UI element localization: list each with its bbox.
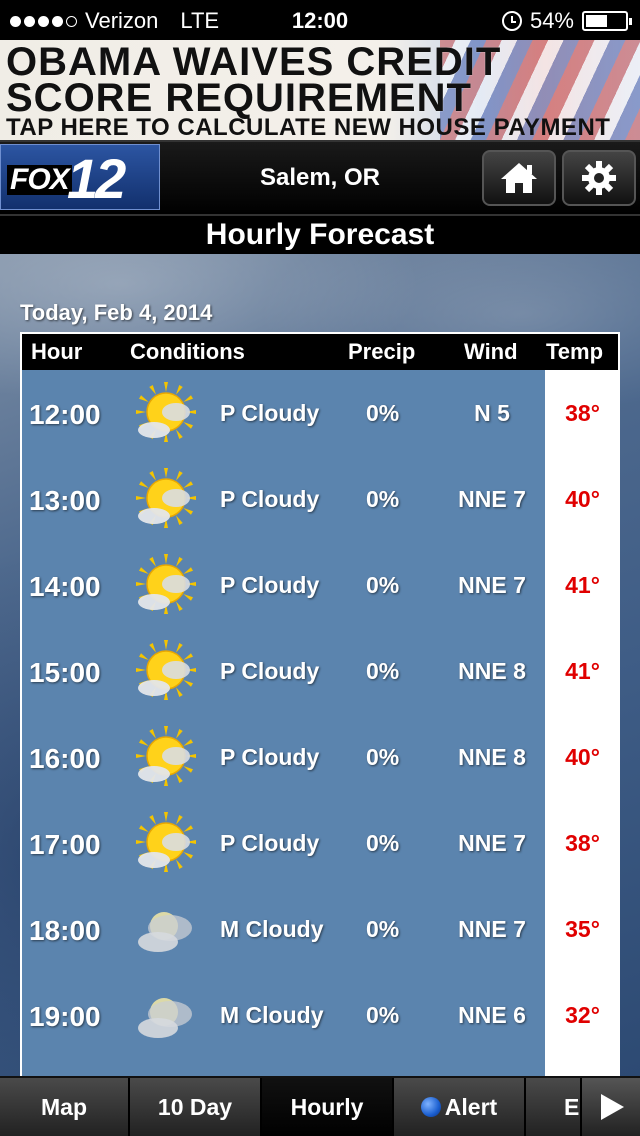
wind-cell: NNE 8: [458, 744, 526, 770]
hour-cell: 19:00: [29, 1001, 101, 1032]
tabs-next-button[interactable]: [582, 1078, 640, 1136]
tab-10-day[interactable]: 10 Day: [130, 1078, 262, 1136]
tab-hourly[interactable]: Hourly: [262, 1078, 394, 1136]
conditions-cell: P Cloudy: [220, 830, 320, 856]
ad-call-to-action: TAP HERE TO CALCULATE NEW HOUSE PAYMENT: [6, 114, 611, 141]
battery-icon: [582, 11, 632, 31]
conditions-cell: P Cloudy: [220, 658, 320, 684]
precip-cell: 0%: [366, 916, 400, 942]
temp-cell: 40°: [565, 744, 600, 770]
wind-cell: N 5: [474, 400, 510, 426]
mostly-cloudy-icon: [130, 980, 202, 1052]
partly-cloudy-icon: [130, 464, 202, 536]
hour-cell: 18:00: [29, 915, 101, 946]
partly-cloudy-icon: [130, 722, 202, 794]
temp-cell: 32°: [565, 1002, 600, 1028]
app-header: FOX 12 Salem, OR: [0, 142, 640, 214]
page-title: Hourly Forecast: [0, 214, 640, 254]
forecast-content[interactable]: Today, Feb 4, 2014 Hour Conditions Preci…: [0, 254, 640, 1076]
partly-cloudy-icon: [130, 550, 202, 622]
precip-cell: 0%: [366, 658, 400, 684]
hour-cell: 17:00: [29, 829, 101, 860]
logo-number-text: 12: [67, 147, 126, 210]
conditions-cell: M Cloudy: [220, 1002, 324, 1028]
precip-cell: 0%: [366, 486, 400, 512]
precip-cell: 0%: [366, 744, 400, 770]
alert-dot-icon: [420, 1097, 441, 1117]
hour-cell: 12:00: [29, 399, 101, 430]
tab-more-partial[interactable]: E: [526, 1078, 582, 1136]
column-header-conditions: Conditions: [130, 339, 245, 364]
temp-cell-background: [545, 1058, 618, 1076]
table-row[interactable]: 12:00 P Cloudy 0% N 5 38°: [22, 370, 618, 456]
table-body: 12:00 P Cloudy 0% N 5 38° 13:00 P Cloudy 0% NNE …: [22, 370, 618, 1076]
status-bar: Verizon LTE 12:00 54%: [0, 0, 640, 40]
table-row[interactable]: 19:00 M Cloudy 0% NNE 6 32°: [22, 972, 618, 1058]
column-header-temp: Temp: [546, 339, 604, 364]
partly-cloudy-icon: [130, 378, 202, 450]
wind-cell: NNE 6: [458, 1002, 526, 1028]
conditions-cell: P Cloudy: [220, 744, 320, 770]
column-header-hour: Hour: [31, 339, 83, 364]
conditions-cell: P Cloudy: [220, 400, 320, 426]
table-row[interactable]: 18:00 M Cloudy 0% NNE 7 35°: [22, 886, 618, 972]
bottom-tab-bar: Map 10 Day Hourly Alert E: [0, 1076, 640, 1136]
hour-cell: 15:00: [29, 657, 101, 688]
wind-cell: NNE 7: [458, 916, 526, 942]
hour-cell: 16:00: [29, 743, 101, 774]
ad-banner[interactable]: OBAMA WAIVES CREDIT SCORE REQUIREMENT TA…: [0, 40, 640, 142]
precip-cell: 0%: [366, 400, 400, 426]
table-row[interactable]: 15:00 P Cloudy 0% NNE 8 41°: [22, 628, 618, 714]
column-header-wind: Wind: [464, 339, 518, 364]
fox12-logo[interactable]: FOX 12: [0, 144, 160, 210]
hour-cell: 14:00: [29, 571, 101, 602]
temp-cell: 40°: [565, 486, 600, 512]
logo-fox-text: FOX: [7, 165, 72, 195]
row-background: [22, 1058, 545, 1076]
table-row[interactable]: 17:00 P Cloudy 0% NNE 7 38°: [22, 800, 618, 886]
home-button[interactable]: [482, 150, 556, 206]
home-icon: [501, 163, 537, 193]
table-row[interactable]: 16:00 P Cloudy 0% NNE 8 40°: [22, 714, 618, 800]
conditions-cell: P Cloudy: [220, 486, 320, 512]
table-header: Hour Conditions Precip Wind Temp: [22, 334, 618, 370]
settings-button[interactable]: [562, 150, 636, 206]
alarm-icon: [501, 11, 522, 31]
tab-alert-label: Alert: [444, 1093, 498, 1120]
temp-cell: 38°: [565, 830, 600, 856]
tab-map[interactable]: Map: [0, 1078, 130, 1136]
mostly-cloudy-icon: [130, 894, 202, 966]
conditions-cell: P Cloudy: [220, 572, 320, 598]
temp-cell: 41°: [565, 658, 600, 684]
temp-cell: 41°: [565, 572, 600, 598]
table-row-partial: [22, 1058, 618, 1076]
ad-headline-line2: SCORE REQUIREMENT: [6, 76, 472, 120]
temp-cell: 38°: [565, 400, 600, 426]
wind-cell: NNE 7: [458, 486, 526, 512]
wind-cell: NNE 8: [458, 658, 526, 684]
precip-cell: 0%: [366, 830, 400, 856]
partly-cloudy-icon: [130, 636, 202, 708]
forecast-date: Today, Feb 4, 2014: [20, 300, 213, 325]
wind-cell: NNE 7: [458, 830, 526, 856]
status-right: 54%: [501, 8, 632, 34]
hour-cell: 13:00: [29, 485, 101, 516]
wind-cell: NNE 7: [458, 572, 526, 598]
conditions-cell: M Cloudy: [220, 916, 324, 942]
gear-icon: [582, 161, 616, 195]
table-row[interactable]: 13:00 P Cloudy 0% NNE 7 40°: [22, 456, 618, 542]
table-row[interactable]: 14:00 P Cloudy 0% NNE 7 41°: [22, 542, 618, 628]
battery-percent: 54%: [529, 8, 574, 33]
hourly-forecast-table[interactable]: Hour Conditions Precip Wind Temp 12:00 P …: [20, 332, 620, 1076]
precip-cell: 0%: [366, 572, 400, 598]
partly-cloudy-icon: [130, 808, 202, 880]
tab-alert[interactable]: Alert: [394, 1078, 526, 1136]
location-label: Salem, OR: [259, 164, 381, 191]
play-arrow-icon: [601, 1094, 624, 1120]
precip-cell: 0%: [366, 1002, 400, 1028]
column-header-precip: Precip: [348, 339, 416, 364]
temp-cell: 35°: [565, 916, 600, 942]
